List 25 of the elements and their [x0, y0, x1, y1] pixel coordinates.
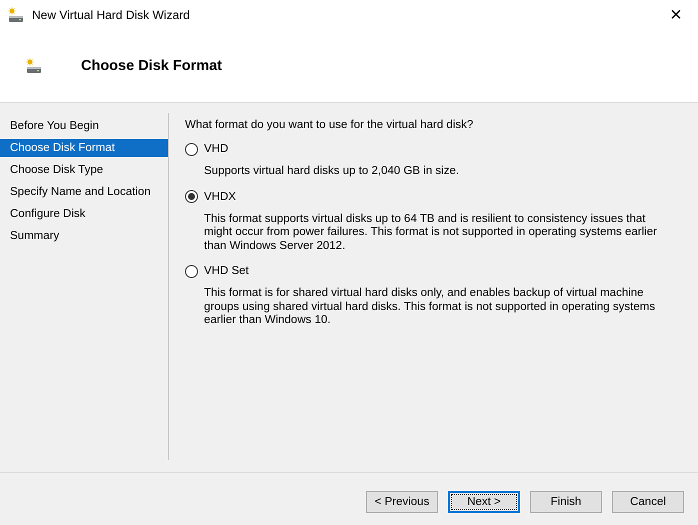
option-description: This format supports virtual disks up to 64 TB and is resilient to consistency issues that might occur from power failures. This format is not supported in operating systems earlier than Windows Server 2012. — [204, 212, 658, 253]
option-label[interactable]: VHDX — [204, 190, 236, 202]
sidebar-item[interactable]: Before You Begin — [0, 117, 168, 135]
sidebar-item[interactable]: Configure Disk — [0, 205, 168, 223]
option-label[interactable]: VHD — [204, 143, 228, 155]
sidebar-item[interactable]: Summary — [0, 227, 168, 245]
close-button[interactable]: × — [654, 0, 698, 30]
radio-button[interactable] — [185, 264, 198, 278]
option-label[interactable]: VHD Set — [204, 265, 249, 277]
sidebar-item[interactable]: Choose Disk Format — [0, 139, 168, 157]
wizard-button[interactable]: Next > — [448, 491, 520, 513]
sidebar-item[interactable]: Choose Disk Type — [0, 161, 168, 179]
question-text: What format do you want to use for the virtual hard disk? — [185, 119, 474, 131]
option-description: Supports virtual hard disks up to 2,040 GB in size. — [204, 165, 460, 178]
wizard-button[interactable]: Finish — [530, 491, 602, 513]
sidebar-item[interactable]: Specify Name and Location — [0, 183, 168, 201]
radio-button[interactable] — [185, 190, 198, 203]
page-title: Choose Disk Format — [81, 58, 222, 74]
option-description: This format is for shared virtual hard disks only, and enables backup of virtual machine groups using shared virtual hard disks. This format is not supported in operating systems earlier than Windows 10. — [204, 287, 656, 328]
radio-button[interactable] — [185, 142, 198, 156]
wizard-button[interactable]: < Previous — [366, 491, 438, 513]
disk-icon — [8, 7, 24, 23]
wizard-button[interactable]: Cancel — [612, 491, 684, 513]
disk-icon — [26, 58, 42, 74]
window-title: New Virtual Hard Disk Wizard — [32, 8, 191, 22]
